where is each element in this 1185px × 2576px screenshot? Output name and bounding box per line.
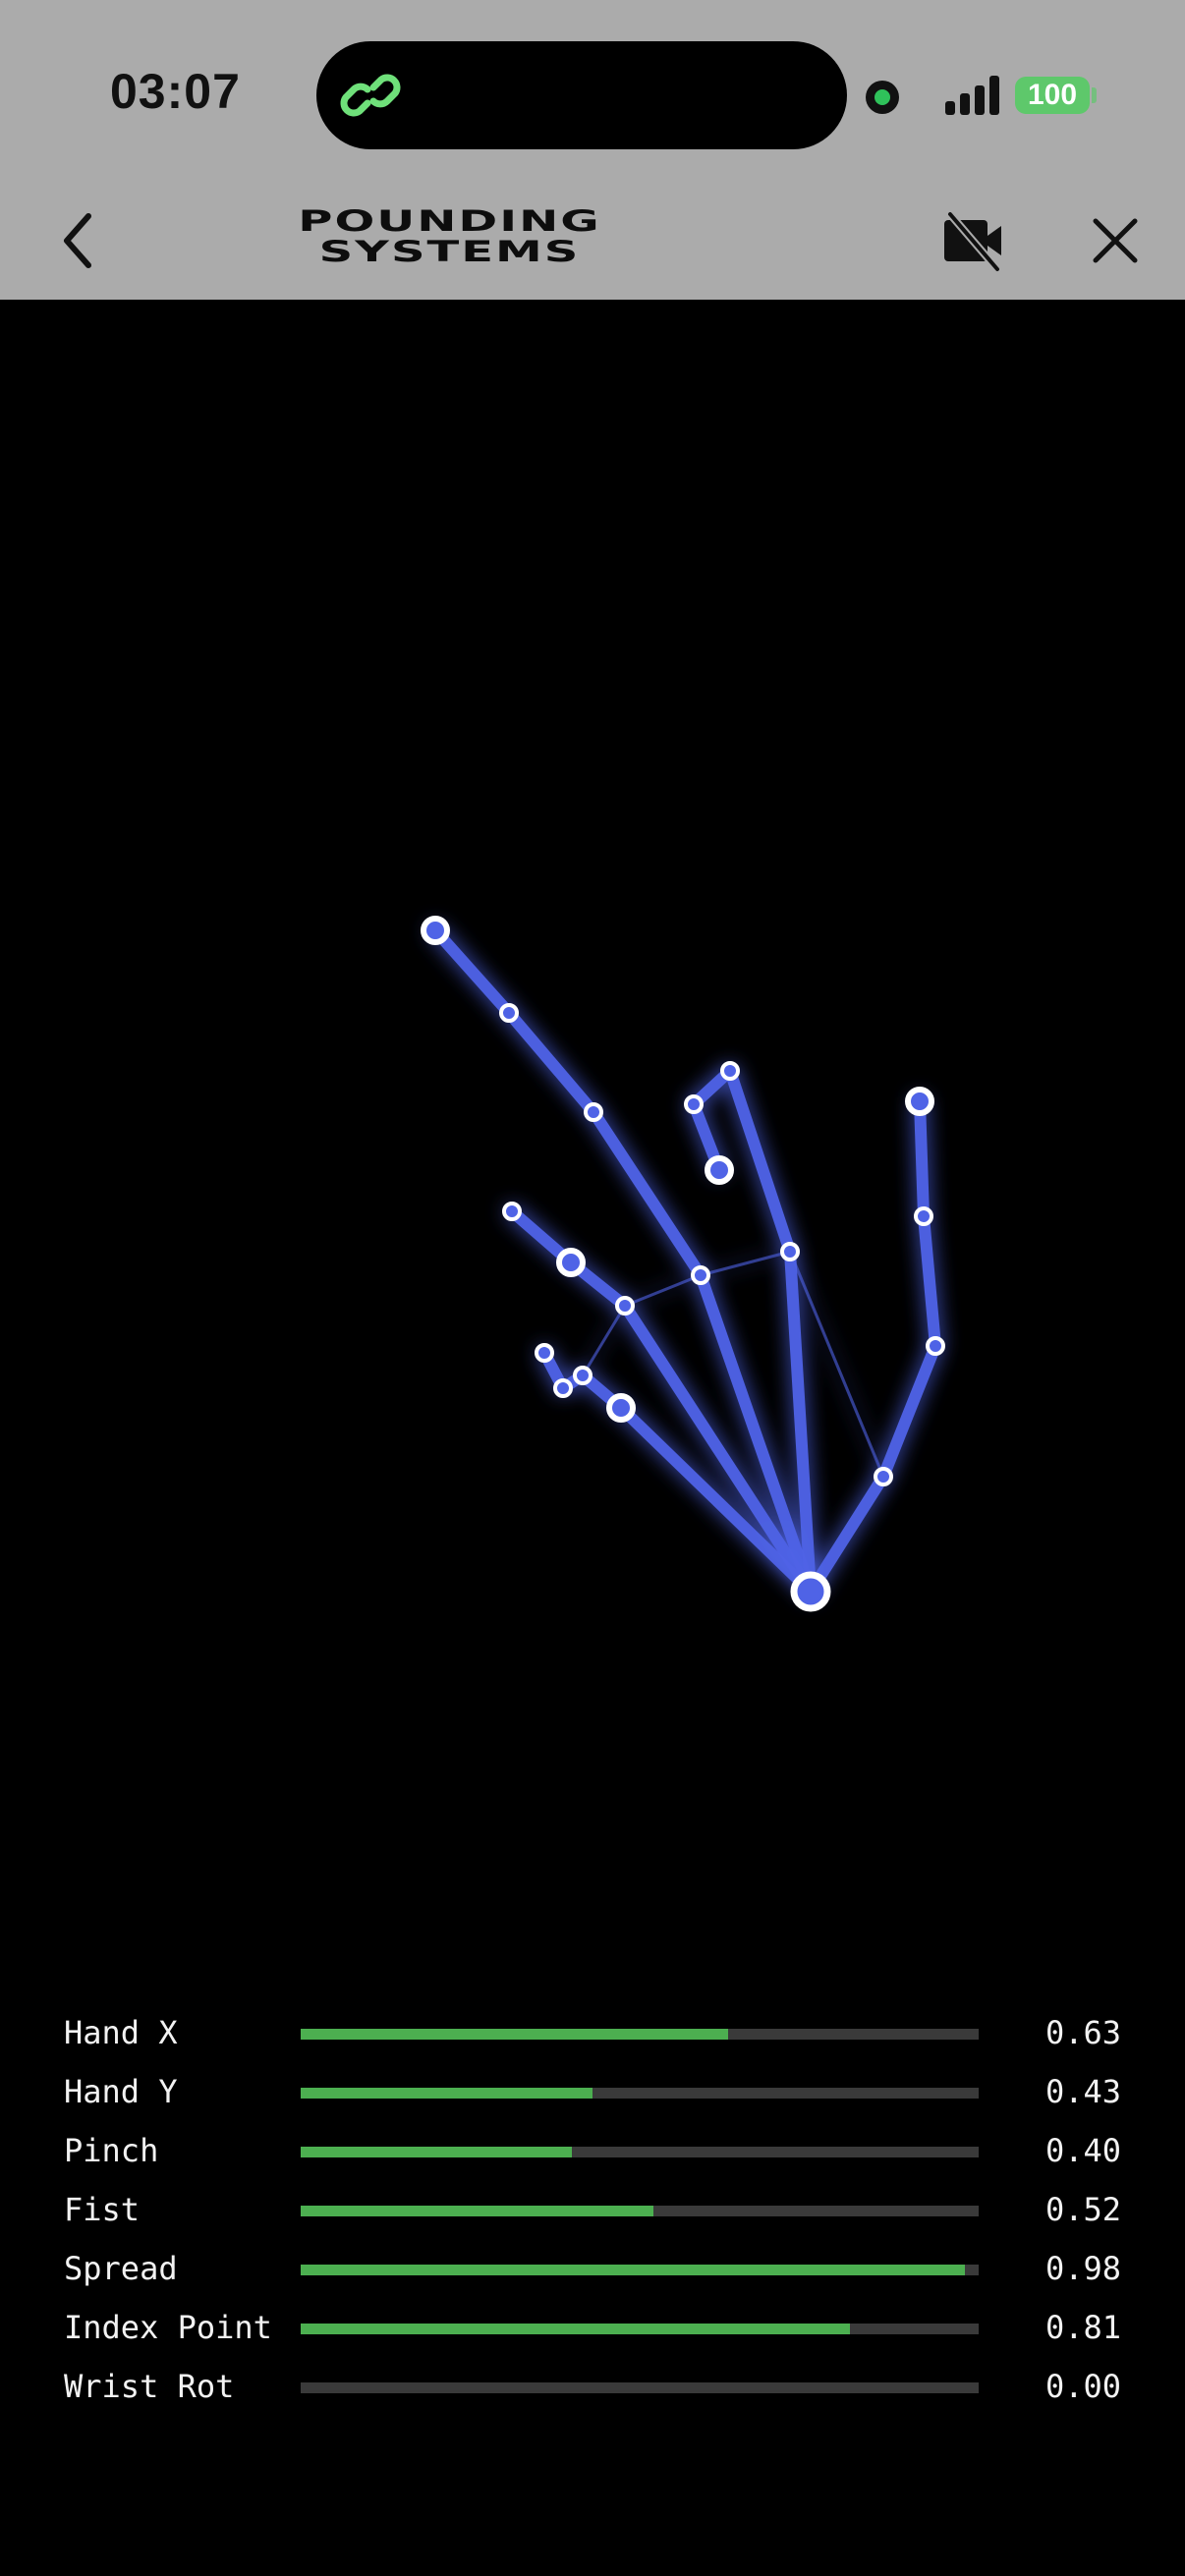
hand-joint [780, 1242, 800, 1261]
hand-joint [790, 1571, 831, 1612]
recording-indicator [866, 81, 899, 114]
metric-label: Spread [64, 2250, 178, 2287]
metric-row: Hand Y 0.43 [0, 2063, 1185, 2122]
hand-joint [615, 1296, 635, 1316]
camera-toggle-button[interactable] [938, 206, 1007, 275]
metric-bar-fill [301, 2088, 592, 2099]
hand-joint [691, 1265, 710, 1285]
hand-joint [874, 1467, 893, 1486]
metric-bar-fill [301, 2324, 850, 2334]
hand-joint [499, 1003, 519, 1023]
metric-label: Hand X [64, 2014, 178, 2051]
video-off-icon [944, 211, 1001, 272]
metric-row: Wrist Rot 0.00 [0, 2358, 1185, 2417]
brand-line-1: POUNDING [298, 203, 601, 239]
hand-joint [584, 1102, 603, 1122]
hand-joint [914, 1206, 933, 1226]
hand-bone [429, 924, 515, 1019]
hand-joint [684, 1094, 704, 1114]
back-button[interactable] [49, 196, 118, 285]
hand-joint [535, 1343, 554, 1363]
metric-bar-track [301, 2324, 979, 2334]
top-bar: 03:07 100 POUNDING SYSTEMS [0, 0, 1185, 300]
hand-joint [553, 1378, 573, 1398]
link-icon [340, 74, 401, 117]
hand-bone-connector [623, 1273, 703, 1308]
metric-bar-fill [301, 2206, 653, 2216]
close-button[interactable] [1084, 206, 1147, 275]
metric-value: 0.81 [1044, 2309, 1121, 2346]
metric-bar-track [301, 2088, 979, 2099]
metric-bar-track [301, 2147, 979, 2157]
metric-label: Fist [64, 2191, 141, 2228]
hand-bone [914, 1095, 930, 1222]
brand-line-2: SYSTEMS [318, 234, 581, 269]
metric-label: Pinch [64, 2132, 159, 2169]
metric-label: Hand Y [64, 2073, 178, 2110]
metric-label: Index Point [64, 2309, 272, 2346]
battery-indicator: 100 [1015, 77, 1090, 114]
hand-bone [724, 1065, 796, 1258]
close-icon [1093, 218, 1138, 263]
metric-value: 0.52 [1044, 2191, 1121, 2228]
hand-joint [720, 1061, 740, 1081]
metric-row: Fist 0.52 [0, 2181, 1185, 2240]
hand-skeleton-visualization [421, 916, 945, 1612]
hand-bone [503, 1007, 599, 1118]
chevron-left-icon [64, 213, 91, 268]
dynamic-island [316, 41, 847, 149]
hand-bone [877, 1340, 941, 1483]
metric-bar-track [301, 2206, 979, 2216]
status-time: 03:07 [110, 64, 241, 119]
metric-label: Wrist Rot [64, 2368, 235, 2405]
hand-bone [619, 1300, 817, 1597]
metric-bar-track [301, 2029, 979, 2040]
metric-bar-track [301, 2265, 979, 2275]
metric-value: 0.00 [1044, 2368, 1121, 2405]
hand-joint [502, 1202, 522, 1221]
metric-row: Spread 0.98 [0, 2240, 1185, 2299]
metric-value: 0.43 [1044, 2073, 1121, 2110]
brand-logo: POUNDING SYSTEMS [197, 206, 703, 275]
metric-bar-fill [301, 2265, 966, 2275]
hand-joint [421, 916, 450, 945]
metric-bar-fill [301, 2147, 572, 2157]
hand-bone [588, 1106, 706, 1281]
hand-joint [606, 1393, 636, 1423]
hand-joint [556, 1248, 586, 1277]
metric-row: Index Point 0.81 [0, 2299, 1185, 2358]
hand-joint [926, 1336, 945, 1356]
hand-joint [705, 1155, 734, 1185]
hand-joint [905, 1087, 934, 1116]
hand-bone [918, 1210, 941, 1352]
metric-value: 0.40 [1044, 2132, 1121, 2169]
hand-bones [429, 924, 941, 1597]
hand-bone-connector [699, 1250, 792, 1277]
metric-bar-fill [301, 2029, 728, 2040]
metric-row: Hand X 0.63 [0, 2004, 1185, 2063]
hand-joint [573, 1366, 592, 1385]
metric-row: Pinch 0.40 [0, 2122, 1185, 2181]
cellular-signal-icon [945, 76, 1000, 115]
hand-bone-connector [581, 1304, 627, 1377]
hand-bone [805, 1471, 889, 1597]
battery-nub [1092, 87, 1097, 103]
metric-value: 0.63 [1044, 2014, 1121, 2051]
metric-bar-track [301, 2382, 979, 2393]
metric-value: 0.98 [1044, 2250, 1121, 2287]
